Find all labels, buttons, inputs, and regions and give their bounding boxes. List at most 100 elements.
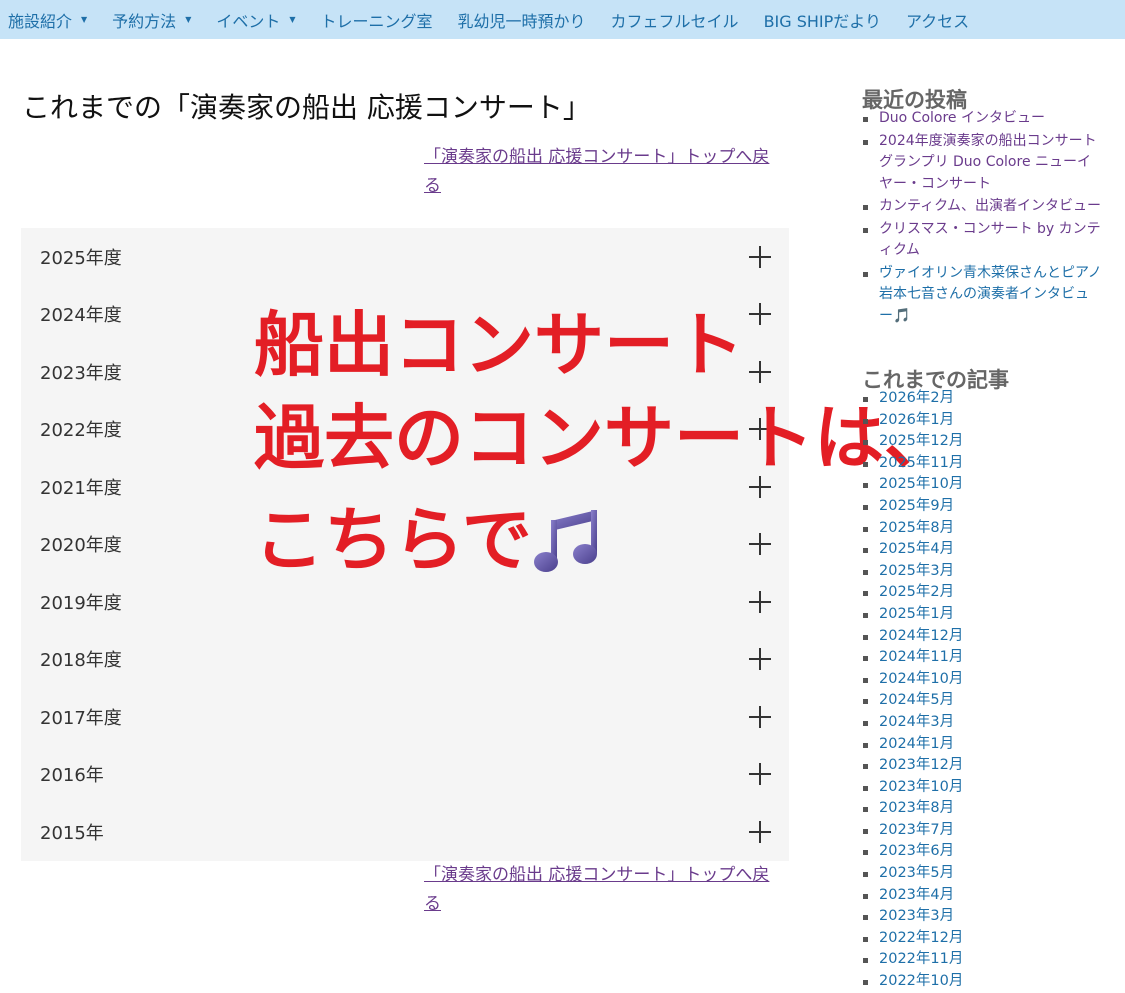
nav-item[interactable]: カフェフルセイル (611, 8, 739, 32)
recent-post-link[interactable]: ヴァイオリン青木菜保さんとピアノ岩本七音さんの演奏者インタビュー🎵 (879, 265, 1102, 324)
nav-item-label: 乳幼児一時預かり (457, 11, 586, 31)
overlay-line-2: 過去のコンサートは、 (254, 397, 954, 479)
accordion-row-label: 2017年度 (40, 707, 122, 729)
archive-link[interactable]: 2025年4月 (879, 541, 954, 557)
archive-item: 2022年12月 (862, 928, 1102, 950)
archive-link[interactable]: 2023年5月 (879, 865, 954, 881)
archive-link[interactable]: 2024年1月 (879, 736, 954, 752)
archive-link[interactable]: 2025年8月 (879, 520, 954, 536)
caret-down-icon: ▼ (289, 15, 296, 24)
archive-link[interactable]: 2023年6月 (879, 843, 954, 859)
archive-item: 2023年8月 (862, 798, 1102, 820)
archive-link[interactable]: 2023年4月 (879, 887, 954, 903)
plus-icon[interactable] (749, 705, 771, 728)
archive-item: 2025年9月 (862, 496, 1102, 518)
recent-post-item: クリスマス・コンサート by カンティクム (862, 219, 1102, 262)
accordion-row-label: 2018年度 (40, 650, 122, 672)
archive-item: 2024年10月 (862, 669, 1102, 691)
accordion-row[interactable]: 2016年 (21, 746, 789, 804)
back-to-top-link-bottom[interactable]: 「演奏家の船出 応援コンサート」トップへ戻る (424, 861, 784, 919)
accordion-row-label: 2019年度 (40, 592, 122, 614)
archive-link[interactable]: 2023年8月 (879, 800, 954, 816)
archive-link[interactable]: 2024年10月 (879, 671, 963, 687)
recent-post-link[interactable]: 2024年度演奏家の船出コンサートグランプリ Duo Colore ニューイヤー… (879, 133, 1097, 192)
archive-item: 2023年10月 (862, 777, 1102, 799)
plus-icon[interactable] (749, 303, 771, 326)
archive-link[interactable]: 2025年1月 (879, 606, 954, 622)
archive-item: 2023年4月 (862, 885, 1102, 907)
archive-link[interactable]: 2025年2月 (879, 584, 954, 600)
archive-item: 2025年1月 (862, 604, 1102, 626)
archive-link[interactable]: 2023年7月 (879, 822, 954, 838)
overlay-line-1: 船出コンサート (254, 304, 744, 386)
archive-link[interactable]: 2025年9月 (879, 498, 954, 514)
archive-link[interactable]: 2026年1月 (879, 412, 954, 428)
archive-item: 2023年3月 (862, 906, 1102, 928)
archive-link[interactable]: 2024年12月 (879, 628, 963, 644)
nav-item-label: アクセス (905, 11, 970, 31)
archive-item: 2022年11月 (862, 949, 1102, 971)
accordion-row[interactable]: 2018年度 (21, 631, 789, 689)
archive-link[interactable]: 2025年10月 (879, 476, 963, 492)
archives-list: 2026年2月 2026年1月 2025年12月 2025年11月 2025年10月 20… (862, 388, 1102, 993)
plus-icon[interactable] (749, 590, 771, 613)
archive-link[interactable]: 2022年11月 (879, 951, 963, 967)
archive-link[interactable]: 2024年5月 (879, 692, 954, 708)
archive-item: 2025年12月 (862, 431, 1102, 453)
archive-link[interactable]: 2022年10月 (879, 973, 963, 989)
nav-item[interactable]: 予約方法 ▼ (112, 8, 191, 32)
accordion-row[interactable]: 2019年度 (21, 573, 789, 631)
accordion-row-label: 2016年 (40, 765, 104, 787)
archive-item: 2022年10月 (862, 971, 1102, 993)
archive-item: 2023年12月 (862, 755, 1102, 777)
archive-link[interactable]: 2024年11月 (879, 649, 963, 665)
nav-item-label: 施設紹介 (8, 11, 73, 31)
archive-link[interactable]: 2025年12月 (879, 433, 963, 449)
top-nav: 施設紹介 ▼ 予約方法 ▼ イベント ▼ トレーニング室 乳幼児一時預かり カフェフルセイル BI… (0, 0, 1125, 39)
archive-link[interactable]: 2024年3月 (879, 714, 954, 730)
archive-item: 2024年5月 (862, 690, 1102, 712)
recent-post-item: ヴァイオリン青木菜保さんとピアノ岩本七音さんの演奏者インタビュー🎵 (862, 263, 1102, 328)
nav-item[interactable]: イベント ▼ (216, 8, 295, 32)
plus-icon[interactable] (749, 475, 771, 498)
recent-post-link[interactable]: クリスマス・コンサート by カンティクム (879, 221, 1101, 259)
archive-item: 2025年2月 (862, 582, 1102, 604)
archive-link[interactable]: 2023年3月 (879, 908, 954, 924)
archive-item: 2024年3月 (862, 712, 1102, 734)
plus-icon[interactable] (749, 245, 771, 268)
caret-down-icon: ▼ (81, 15, 88, 24)
accordion-row[interactable]: 2015年 (21, 803, 789, 861)
nav-item[interactable]: BIG SHIPだより (764, 8, 881, 32)
accordion-row-label: 2023年度 (40, 362, 122, 384)
nav-item[interactable]: 施設紹介 ▼ (8, 8, 87, 32)
archive-item: 2023年5月 (862, 863, 1102, 885)
archive-link[interactable]: 2022年12月 (879, 930, 963, 946)
plus-icon[interactable] (749, 648, 771, 671)
recent-post-link[interactable]: カンティクム、出演者インタビュー (879, 198, 1101, 214)
back-to-top-link[interactable]: 「演奏家の船出 応援コンサート」トップへ戻る (424, 143, 784, 201)
archive-item: 2024年11月 (862, 647, 1102, 669)
nav-item[interactable]: アクセス (906, 8, 969, 32)
archive-link[interactable]: 2026年2月 (879, 390, 954, 406)
plus-icon[interactable] (749, 533, 771, 556)
musical-note-icon (534, 510, 597, 572)
nav-item-label: トレーニング室 (320, 11, 433, 31)
archive-link[interactable]: 2023年12月 (879, 757, 963, 773)
plus-icon[interactable] (749, 820, 771, 843)
recent-post-link[interactable]: Duo Colore インタビュー (879, 110, 1045, 126)
accordion-row[interactable]: 2025年度 (21, 228, 789, 286)
archive-item: 2025年4月 (862, 539, 1102, 561)
accordion-row[interactable]: 2017年度 (21, 688, 789, 746)
archive-item: 2025年11月 (862, 453, 1102, 475)
archive-item: 2023年6月 (862, 841, 1102, 863)
archive-link[interactable]: 2025年3月 (879, 563, 954, 579)
archive-item: 2024年12月 (862, 626, 1102, 648)
plus-icon[interactable] (749, 360, 771, 383)
accordion-row-label: 2022年度 (40, 420, 122, 442)
archive-item: 2026年1月 (862, 410, 1102, 432)
archive-link[interactable]: 2023年10月 (879, 779, 963, 795)
nav-item[interactable]: 乳幼児一時預かり (458, 8, 586, 32)
nav-item[interactable]: トレーニング室 (321, 8, 433, 32)
plus-icon[interactable] (749, 763, 771, 786)
archive-link[interactable]: 2025年11月 (879, 455, 963, 471)
